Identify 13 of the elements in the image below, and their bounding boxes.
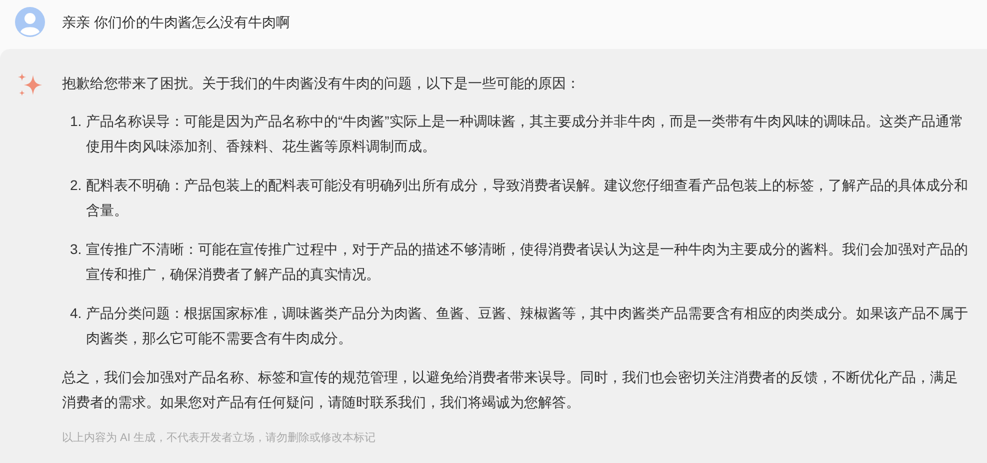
user-message: 亲亲 你们价的牛肉酱怎么没有牛肉啊	[62, 13, 290, 32]
list-item-text: 产品分类问题：根据国家标准，调味酱类产品分为肉酱、鱼酱、豆酱、辣椒酱等，其中肉酱类产品需要含有相应的肉类成分。如果该产品不属于肉酱类，那么它可能不需要含有牛肉成分。	[86, 304, 968, 348]
list-item-text: 宣传推广不清晰：可能在宣传推广过程中，对于产品的描述不够清晰，使得消费者误认为这是一种牛肉为主要成分的酱料。我们会加强对产品的宣传和推广，确保消费者了解产品的真实情况。	[86, 240, 968, 284]
list-item-text: 产品名称误导：可能是因为产品名称中的“牛肉酱”实际上是一种调味酱，其主要成分并非牛肉，而是一类带有牛肉风味的调味品。这类产品通常使用牛肉风味添加剂、香辣料、花生酱等原料调制而成。	[86, 112, 964, 156]
list-number: 2.	[70, 176, 83, 194]
disclaimer-text: 以上内容为 AI 生成，不代表开发者立场，请勿删除或修改本标记	[62, 430, 377, 446]
reply-paragraph: 总之，我们会加强对产品名称、标签和宣传的规范管理，以避免给消费者带来误导。同时，我们也会密切关注消费者的反馈，不断优化产品，满足消费者的需求。如果您对产品有任何疑问，请随时联系我们，我们将竭诚为您解答。	[62, 368, 959, 412]
reply-paragraph: 抱歉给您带来了困扰。关于我们的牛肉酱没有牛肉的问题，以下是一些可能的原因：	[62, 74, 581, 93]
list-number: 1.	[70, 112, 83, 130]
list-number: 4.	[70, 304, 83, 322]
list-number: 3.	[70, 240, 83, 258]
avatar-icon	[15, 7, 45, 37]
list-item-text: 配料表不明确：产品包装上的配料表可能没有明确列出所有成分，导致消费者误解。建议您仔细查看产品包装上的标签，了解产品的具体成分和含量。	[86, 176, 968, 220]
